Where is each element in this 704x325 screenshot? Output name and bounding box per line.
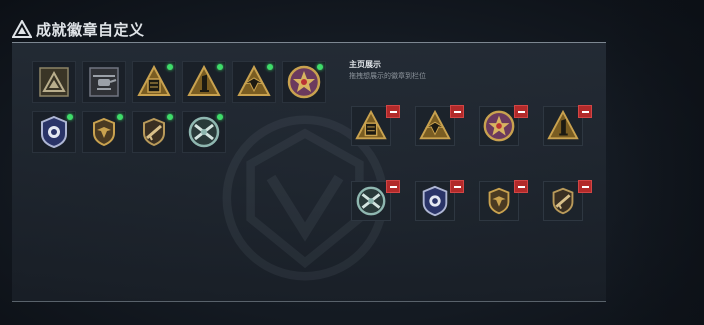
new-indicator-dot (117, 114, 123, 120)
rifle-shield-badge-icon (143, 117, 165, 147)
purple-star-medal-badge-icon (483, 110, 515, 142)
display-badge-slot[interactable] (479, 180, 528, 221)
remove-badge-button[interactable] (578, 180, 592, 193)
crossed-guns-shield-badge-icon (188, 116, 220, 148)
page-title: 成就徽章自定义 (36, 20, 145, 39)
remove-badge-button[interactable] (450, 180, 464, 193)
inventory-badge-slot[interactable] (282, 61, 326, 103)
new-indicator-dot (67, 114, 73, 120)
gold-number-one-triangle-badge-icon (187, 64, 221, 96)
inventory-badge-slot[interactable] (132, 61, 176, 103)
winged-shield-badge-icon (93, 117, 115, 147)
header: 成就徽章自定义 (12, 18, 145, 40)
right-vignette (606, 0, 704, 325)
purple-star-medal-badge-icon (287, 65, 321, 99)
inventory-badge-slot[interactable] (182, 61, 226, 103)
crossed-guns-shield-badge-icon (356, 186, 386, 216)
minus-icon (453, 185, 461, 188)
inventory-badge-slot[interactable] (232, 61, 276, 103)
display-badge-slot[interactable] (351, 105, 400, 146)
minus-icon (517, 110, 525, 113)
gold-number-one-triangle-badge-icon (547, 109, 579, 140)
remove-badge-button[interactable] (386, 180, 400, 193)
rifle-shield-badge-icon (552, 187, 574, 215)
gold-eagle-triangle-badge-icon (419, 109, 451, 140)
minus-icon (389, 185, 397, 188)
police-shield-badge-icon (41, 115, 67, 149)
inventory-badge-slot[interactable] (32, 61, 76, 103)
police-shield-badge-icon (422, 185, 448, 217)
new-indicator-dot (167, 64, 173, 70)
gold-eagle-triangle-badge-icon (237, 64, 271, 96)
inventory-badge-slot[interactable] (132, 111, 176, 153)
minus-icon (517, 185, 525, 188)
display-badge-slot[interactable] (479, 105, 528, 146)
new-indicator-dot (217, 114, 223, 120)
inventory-badge-slot[interactable] (82, 61, 126, 103)
display-badge-slot[interactable] (415, 180, 464, 221)
display-badge-slot[interactable] (543, 180, 592, 221)
minus-icon (581, 110, 589, 113)
gold-ticket-triangle-badge-icon (137, 64, 171, 96)
triangle-warning-icon (12, 20, 32, 38)
remove-badge-button[interactable] (578, 105, 592, 118)
new-indicator-dot (167, 114, 173, 120)
triangle-mountain-badge-icon (39, 67, 69, 97)
winged-shield-badge-icon (488, 187, 510, 215)
minus-icon (453, 110, 461, 113)
gold-ticket-triangle-badge-icon (355, 109, 387, 140)
display-badge-slot[interactable] (351, 180, 400, 221)
new-indicator-dot (217, 64, 223, 70)
display-badge-slot[interactable] (543, 105, 592, 146)
helicopter-badge-icon (89, 67, 119, 97)
remove-badge-button[interactable] (450, 105, 464, 118)
display-section-hint: 拖拽想展示的徽章到栏位 (349, 72, 426, 80)
inventory-badge-slot[interactable] (82, 111, 126, 153)
remove-badge-button[interactable] (386, 105, 400, 118)
new-indicator-dot (317, 64, 323, 70)
minus-icon (581, 185, 589, 188)
minus-icon (389, 110, 397, 113)
new-indicator-dot (267, 64, 273, 70)
display-badge-slot[interactable] (415, 105, 464, 146)
inventory-badge-slot[interactable] (182, 111, 226, 153)
inventory-badge-slot[interactable] (32, 111, 76, 153)
remove-badge-button[interactable] (514, 105, 528, 118)
remove-badge-button[interactable] (514, 180, 528, 193)
display-section-title: 主页展示 (349, 60, 381, 69)
